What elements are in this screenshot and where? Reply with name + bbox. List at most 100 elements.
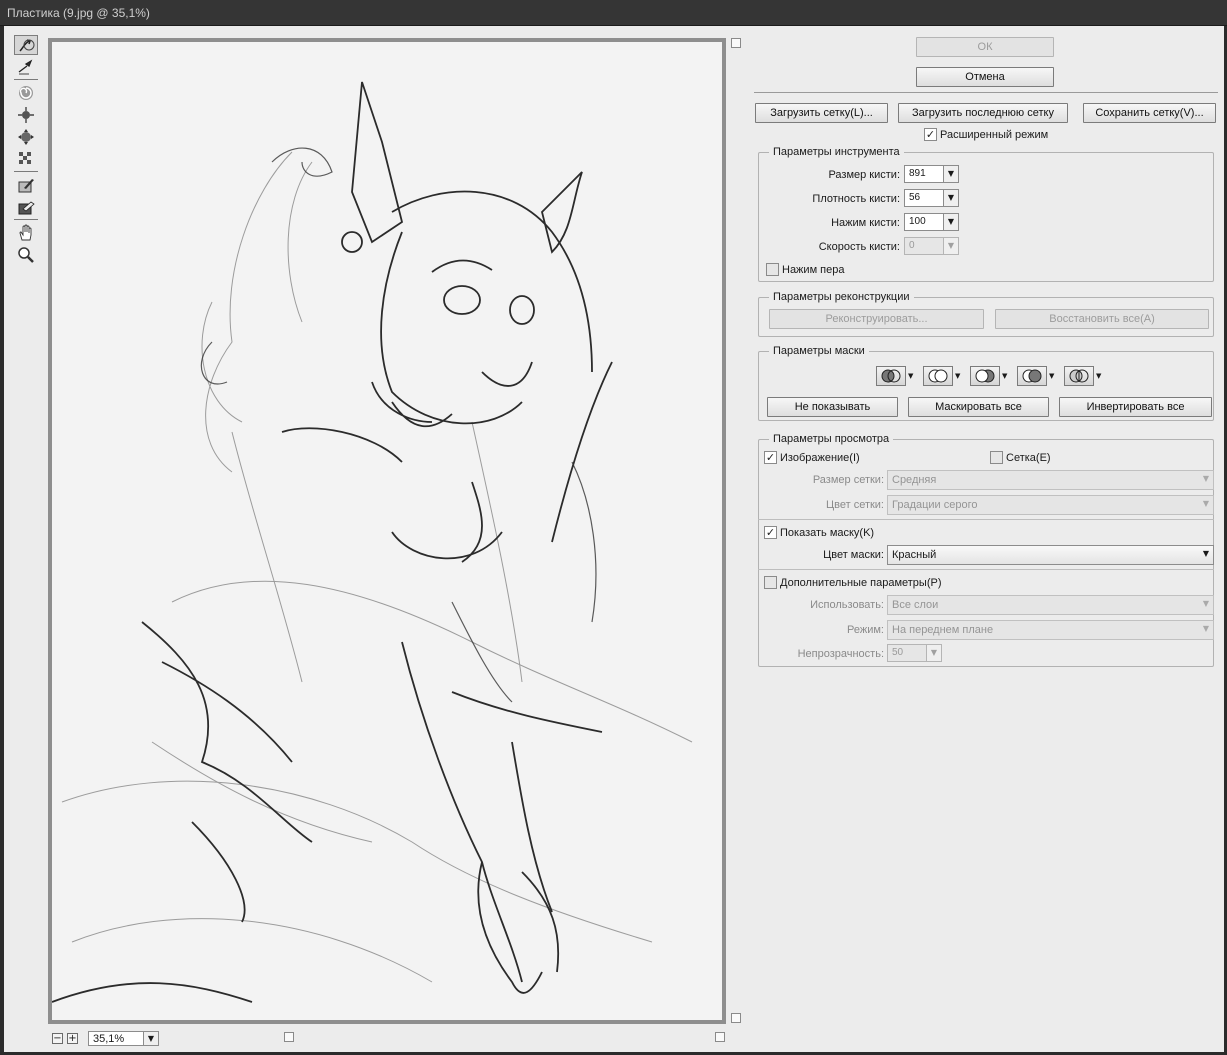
mesh-color-label: Цвет сетки: xyxy=(825,499,884,511)
hand-tool-icon[interactable] xyxy=(14,223,38,243)
use-value: Все слои xyxy=(892,599,939,611)
show-backdrop-label: Дополнительные параметры(P) xyxy=(780,576,942,589)
brush-density-value[interactable]: 56 xyxy=(904,189,944,207)
mask-invert-selection[interactable]: ▼ xyxy=(1064,366,1101,386)
checkbox-box[interactable] xyxy=(990,451,1003,464)
tool-options-title: Параметры инструмента xyxy=(769,146,904,158)
horizontal-scroll-end xyxy=(715,1032,725,1042)
ok-button[interactable]: ОК xyxy=(916,37,1054,57)
chevron-down-icon[interactable]: ▼ xyxy=(944,237,959,255)
checkbox-box[interactable] xyxy=(766,263,779,276)
twirl-clockwise-tool-icon[interactable] xyxy=(14,83,38,103)
zoom-in-button[interactable]: + xyxy=(67,1032,78,1044)
add-selection-icon[interactable] xyxy=(923,366,953,386)
mesh-size-select[interactable]: Средняя ▼ xyxy=(887,470,1214,490)
mask-none-button[interactable]: Не показывать xyxy=(767,397,898,417)
brush-size-label: Размер кисти: xyxy=(828,169,900,181)
chevron-down-icon[interactable]: ▼ xyxy=(1049,372,1054,380)
chevron-down-icon[interactable]: ▼ xyxy=(944,213,959,231)
reconstruct-button[interactable]: Реконструировать... xyxy=(769,309,984,329)
stylus-pressure-checkbox[interactable]: Нажим пера xyxy=(766,263,845,276)
mode-value: На переднем плане xyxy=(892,624,994,636)
reconstruct-options-title: Параметры реконструкции xyxy=(769,291,914,303)
opacity-field[interactable]: 50 ▼ xyxy=(887,644,942,662)
thaw-mask-tool-icon[interactable] xyxy=(14,197,38,217)
brush-rate-field[interactable]: 0 ▼ xyxy=(904,237,959,255)
preview-canvas[interactable] xyxy=(52,42,722,1020)
checkmark-icon[interactable]: ✓ xyxy=(764,451,777,464)
chevron-down-icon[interactable]: ▼ xyxy=(944,189,959,207)
brush-size-value[interactable]: 891 xyxy=(904,165,944,183)
intersect-selection-icon[interactable] xyxy=(1017,366,1047,386)
chevron-down-icon[interactable]: ▼ xyxy=(908,372,913,380)
mask-add-selection[interactable]: ▼ xyxy=(923,366,960,386)
mask-replace-selection[interactable]: ▼ xyxy=(876,366,913,386)
checkbox-box[interactable] xyxy=(764,576,777,589)
zoom-controls: − + 35,1% ▼ xyxy=(52,1029,159,1047)
mesh-size-value: Средняя xyxy=(892,474,937,486)
brush-rate-label: Скорость кисти: xyxy=(818,241,900,253)
show-image-checkbox[interactable]: ✓ Изображение(I) xyxy=(764,451,860,464)
invert-all-button[interactable]: Инвертировать все xyxy=(1059,397,1212,417)
chevron-down-icon: ▼ xyxy=(1202,624,1209,633)
mask-color-select[interactable]: Красный ▼ xyxy=(887,545,1214,565)
invert-selection-icon[interactable] xyxy=(1064,366,1094,386)
mask-subtract-selection[interactable]: ▼ xyxy=(970,366,1007,386)
mask-color-label: Цвет маски: xyxy=(823,549,884,561)
divider xyxy=(754,92,1218,93)
chevron-down-icon: ▼ xyxy=(1202,599,1209,608)
opacity-value[interactable]: 50 xyxy=(887,644,927,662)
checkmark-icon[interactable]: ✓ xyxy=(924,128,937,141)
show-mesh-checkbox[interactable]: Сетка(E) xyxy=(990,451,1051,464)
horizontal-scroll-handle[interactable] xyxy=(284,1032,294,1042)
reconstruct-tool-icon[interactable] xyxy=(14,57,38,77)
brush-density-field[interactable]: 56 ▼ xyxy=(904,189,959,207)
sketch-image xyxy=(52,42,722,1020)
chevron-down-icon[interactable]: ▼ xyxy=(927,644,942,662)
zoom-out-button[interactable]: − xyxy=(52,1032,63,1044)
replace-selection-icon[interactable] xyxy=(876,366,906,386)
mode-select[interactable]: На переднем плане ▼ xyxy=(887,620,1214,640)
restore-all-button[interactable]: Восстановить все(A) xyxy=(995,309,1209,329)
forward-warp-tool-icon[interactable] xyxy=(14,35,38,55)
chevron-down-icon[interactable]: ▼ xyxy=(955,372,960,380)
brush-pressure-field[interactable]: 100 ▼ xyxy=(904,213,959,231)
mask-all-button[interactable]: Маскировать все xyxy=(908,397,1049,417)
brush-density-label: Плотность кисти: xyxy=(812,193,900,205)
show-mask-checkbox[interactable]: ✓ Показать маску(K) xyxy=(764,526,874,539)
cancel-button[interactable]: Отмена xyxy=(916,67,1054,87)
save-mesh-button[interactable]: Сохранить сетку(V)... xyxy=(1083,103,1216,123)
push-left-tool-icon[interactable] xyxy=(14,149,38,169)
use-label: Использовать: xyxy=(810,599,884,611)
chevron-down-icon[interactable]: ▼ xyxy=(144,1030,159,1046)
chevron-down-icon: ▼ xyxy=(1202,499,1209,508)
brush-pressure-value[interactable]: 100 xyxy=(904,213,944,231)
pucker-tool-icon[interactable] xyxy=(14,105,38,125)
checkmark-icon[interactable]: ✓ xyxy=(764,526,777,539)
bloat-tool-icon[interactable] xyxy=(14,127,38,147)
tools-toolbar xyxy=(12,34,40,267)
zoom-select[interactable]: 35,1% ▼ xyxy=(88,1030,159,1046)
show-backdrop-checkbox[interactable]: Дополнительные параметры(P) xyxy=(764,576,941,589)
brush-pressure-label: Нажим кисти: xyxy=(831,217,900,229)
zoom-value[interactable]: 35,1% xyxy=(88,1030,144,1046)
chevron-down-icon[interactable]: ▼ xyxy=(944,165,959,183)
subtract-selection-icon[interactable] xyxy=(970,366,1000,386)
mask-intersect-selection[interactable]: ▼ xyxy=(1017,366,1054,386)
brush-size-field[interactable]: 891 ▼ xyxy=(904,165,959,183)
use-select[interactable]: Все слои ▼ xyxy=(887,595,1214,615)
toolbar-separator xyxy=(14,171,38,172)
chevron-down-icon[interactable]: ▼ xyxy=(1002,372,1007,380)
freeze-mask-tool-icon[interactable] xyxy=(14,175,38,195)
load-mesh-button[interactable]: Загрузить сетку(L)... xyxy=(755,103,888,123)
mesh-color-select[interactable]: Градации серого ▼ xyxy=(887,495,1214,515)
chevron-down-icon[interactable]: ▼ xyxy=(1096,372,1101,380)
toolbar-separator xyxy=(14,219,38,220)
toolbar-separator xyxy=(14,79,38,80)
advanced-mode-checkbox[interactable]: ✓ Расширенный режим xyxy=(924,128,1048,141)
brush-rate-value[interactable]: 0 xyxy=(904,237,944,255)
zoom-tool-icon[interactable] xyxy=(14,245,38,265)
canvas-corner-top xyxy=(731,38,741,48)
show-mask-label: Показать маску(K) xyxy=(780,526,875,539)
load-last-mesh-button[interactable]: Загрузить последнюю сетку xyxy=(898,103,1068,123)
